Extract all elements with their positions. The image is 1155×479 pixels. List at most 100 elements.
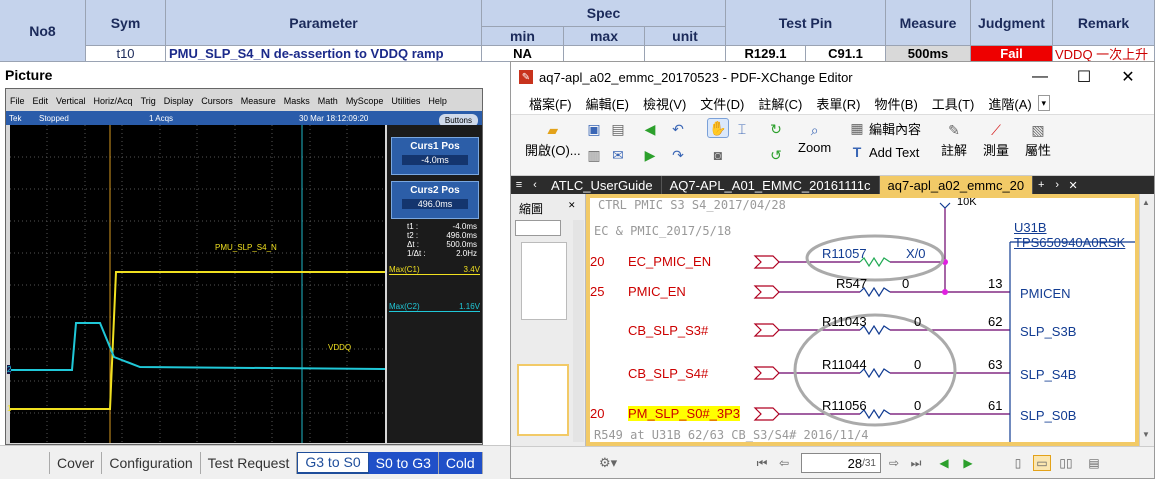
menu-tools[interactable]: 工具(T) — [932, 94, 975, 113]
print-button[interactable]: ▤ — [607, 119, 629, 139]
page-current: 28 — [847, 455, 863, 471]
facing-view-icon[interactable]: ▯▯ — [1057, 455, 1075, 471]
net-resistor-value: 0 — [914, 357, 922, 372]
tab-cover[interactable]: Cover — [50, 451, 103, 474]
cell-judgment[interactable]: Fail — [971, 46, 1053, 62]
header-judgment: Judgment — [971, 0, 1053, 46]
minimize-button[interactable]: — — [1020, 66, 1060, 88]
menu-advanced[interactable]: 進階(A) — [988, 94, 1031, 113]
net-num: 25 — [590, 284, 605, 299]
menu-object[interactable]: 物件(B) — [874, 94, 917, 113]
thumb-page-current[interactable] — [517, 364, 569, 436]
cell-measure[interactable]: 500ms — [886, 46, 971, 62]
scroll-down-icon[interactable]: ▼ — [1142, 430, 1150, 439]
cell-pin2[interactable]: C91.1 — [806, 46, 886, 62]
tab-cold[interactable]: Cold — [438, 451, 483, 474]
page-number-input[interactable]: 28 /31 — [801, 453, 881, 473]
continuous-view-icon[interactable]: ▭ — [1033, 455, 1051, 471]
doc-tab-atlc-userguide[interactable]: ATLC_UserGuide — [543, 176, 662, 194]
prev-page-icon[interactable]: ⇦ — [775, 455, 793, 471]
pdf-titlebar[interactable]: ✎ aq7-apl_a02_emmc_20170523 - PDF-XChang… — [511, 62, 1154, 92]
pdf-statusbar: ⚙▾ ⏮ ⇦ 28 /31 ⇨ ⏭ ◀ ▶ ▯ ▭ ▯▯ ▤ — [511, 446, 1154, 478]
cell-pin1[interactable]: R129.1 — [726, 46, 806, 62]
curs2-title: Curs2 Pos — [410, 185, 460, 196]
measure-button[interactable]: ⟋ 測量 — [983, 120, 1009, 159]
menu-file[interactable]: 檔案(F) — [529, 94, 572, 113]
back-button[interactable]: ◀ — [639, 119, 661, 139]
vertical-scrollbar[interactable]: ▲ ▼ — [1139, 194, 1154, 446]
cell-parameter[interactable]: PMU_SLP_S4_N de-assertion to VDDQ ramp — [166, 46, 482, 62]
top-resistor-value: 10K — [957, 198, 977, 208]
tabs-scroll-right-icon[interactable]: › — [1049, 176, 1065, 194]
cell-min[interactable]: NA — [482, 46, 564, 62]
tabs-menu-icon[interactable]: ≡ — [511, 176, 527, 194]
tabs-scroll-left-icon[interactable]: ‹ — [527, 176, 543, 194]
cell-sym[interactable]: t10 — [86, 46, 166, 62]
net-resistor-value: 0 — [902, 276, 910, 291]
status-options-gear-icon[interactable]: ⚙▾ — [599, 455, 617, 471]
doc-tab-aq7-apl-a01[interactable]: AQ7-APL_A01_EMMC_20161111c — [662, 176, 880, 194]
single-page-view-icon[interactable]: ▯ — [1009, 455, 1027, 471]
save-button[interactable]: ▣ — [583, 119, 605, 139]
net-signal: PMICEN — [1020, 286, 1071, 301]
menu-edit[interactable]: 編輯(E) — [586, 94, 629, 113]
undo-button[interactable]: ↶ — [667, 119, 689, 139]
properties-button[interactable]: ▧ 屬性 — [1025, 120, 1051, 159]
scan-button[interactable]: ▥ — [583, 145, 605, 165]
thumb-close-icon[interactable]: ✕ — [568, 200, 576, 211]
hand-tool-button[interactable]: ✋ — [707, 118, 729, 138]
zoom-button[interactable]: ⌕ Zoom — [798, 120, 831, 156]
schematic-page[interactable]: CTRL PMIC S3 S4_2017/04/28 EC & PMIC_201… — [590, 198, 1135, 442]
tab-s0-to-g3[interactable]: S0 to G3 — [368, 451, 439, 474]
scope-datetime: 30 Mar 18:12:09:20 — [299, 113, 369, 123]
menu-comment[interactable]: 註解(C) — [758, 94, 802, 113]
cover-view-icon[interactable]: ▤ — [1085, 455, 1103, 471]
next-page-icon[interactable]: ⇨ — [885, 455, 903, 471]
scroll-up-icon[interactable]: ▲ — [1142, 198, 1150, 207]
scope-menu-vertical: Vertical — [56, 96, 86, 106]
cell-unit[interactable] — [645, 46, 726, 62]
menu-overflow-chevron-icon[interactable]: ▾ — [1037, 95, 1050, 111]
add-text-button[interactable]: T Add Text — [849, 142, 920, 162]
menu-form[interactable]: 表單(R) — [816, 94, 860, 113]
open-button[interactable]: ▰ 開啟(O)... — [525, 120, 581, 159]
readout-dt: 500.0ms — [446, 240, 477, 249]
comment-button[interactable]: ✎ 註解 — [941, 120, 967, 159]
thumb-scrollbar[interactable] — [573, 220, 584, 442]
snapshot-button[interactable]: ◙ — [707, 145, 729, 165]
rotate-ccw-button[interactable]: ↺ — [765, 145, 787, 165]
tabs-close-icon[interactable]: ✕ — [1065, 176, 1081, 194]
curs1-box: Curs1 Pos -4.0ms — [391, 137, 479, 175]
menu-document[interactable]: 文件(D) — [700, 94, 744, 113]
thumb-page-prev[interactable] — [521, 242, 567, 320]
select-text-button[interactable]: ⌶ — [731, 119, 753, 139]
first-page-icon[interactable]: ⏮ — [753, 455, 771, 471]
email-button[interactable]: ✉ — [607, 145, 629, 165]
document-view: CTRL PMIC S3 S4_2017/04/28 EC & PMIC_201… — [586, 194, 1139, 446]
tab-configuration[interactable]: Configuration — [102, 451, 201, 474]
doc-tab-aq7-apl-a02[interactable]: aq7-apl_a02_emmc_20 — [879, 176, 1034, 194]
history-back-icon[interactable]: ◀ — [935, 455, 953, 471]
comment-label: 註解 — [941, 143, 968, 158]
thumb-options-dropdown[interactable] — [515, 220, 561, 236]
tab-g3-to-s0[interactable]: G3 to S0 — [297, 451, 369, 474]
redo-button[interactable]: ↷ — [667, 145, 689, 165]
close-button[interactable]: ✕ — [1108, 66, 1148, 88]
cell-max[interactable] — [564, 46, 645, 62]
menu-view[interactable]: 檢視(V) — [643, 94, 686, 113]
forward-button[interactable]: ▶ — [639, 145, 661, 165]
history-forward-icon[interactable]: ▶ — [959, 455, 977, 471]
ic-part: TPS650940A0RSK — [1014, 235, 1126, 250]
edit-content-button[interactable]: ▦ 編輯內容 — [849, 118, 921, 138]
maximize-button[interactable]: ☐ — [1064, 66, 1104, 88]
cell-remark[interactable]: VDDQ 一次上升 — [1053, 46, 1155, 62]
rotate-cw-button[interactable]: ↻ — [765, 119, 787, 139]
last-page-icon[interactable]: ⏭ — [907, 455, 925, 471]
net-pin: 61 — [988, 398, 1003, 413]
net-resistor-value: X/0 — [906, 246, 926, 261]
tab-scroll-area[interactable] — [0, 451, 50, 474]
open-label: 開啟(O)... — [525, 143, 581, 158]
new-tab-icon[interactable]: + — [1033, 176, 1049, 194]
tab-test-request[interactable]: Test Request — [201, 451, 298, 474]
scope-menu-masks: Masks — [283, 96, 310, 106]
